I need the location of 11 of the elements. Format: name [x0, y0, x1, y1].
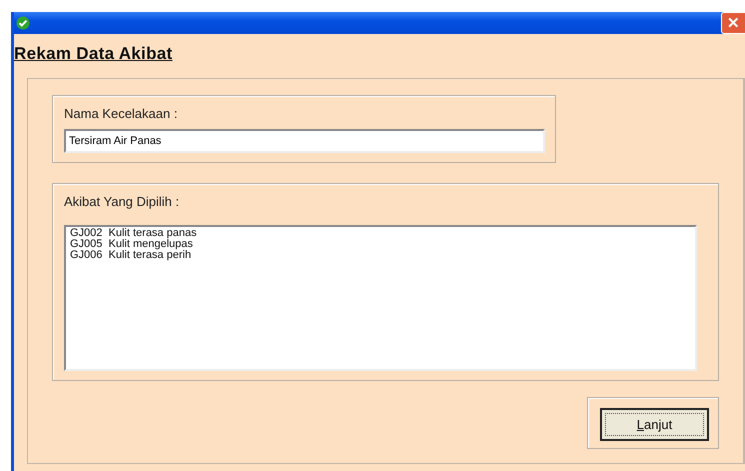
- check-icon: [16, 16, 30, 30]
- close-button[interactable]: ✕: [721, 12, 745, 34]
- list-item[interactable]: GJ005 Kulit mengelupas: [70, 239, 691, 250]
- effects-label: Akibat Yang Dipilih :: [64, 194, 180, 209]
- effects-list[interactable]: GJ002 Kulit terasa panas GJ005 Kulit mengelupas GJ006 Kulit terasa perih: [64, 225, 697, 371]
- accident-field[interactable]: Tersiram Air Panas: [64, 129, 545, 153]
- list-item[interactable]: GJ006 Kulit terasa perih: [70, 250, 691, 261]
- accident-label: Nama Kecelakaan :: [64, 106, 178, 121]
- list-item[interactable]: GJ002 Kulit terasa panas: [70, 228, 691, 239]
- form-heading: Rekam Data Akibat: [14, 44, 174, 64]
- next-button[interactable]: Lanjut: [600, 408, 709, 441]
